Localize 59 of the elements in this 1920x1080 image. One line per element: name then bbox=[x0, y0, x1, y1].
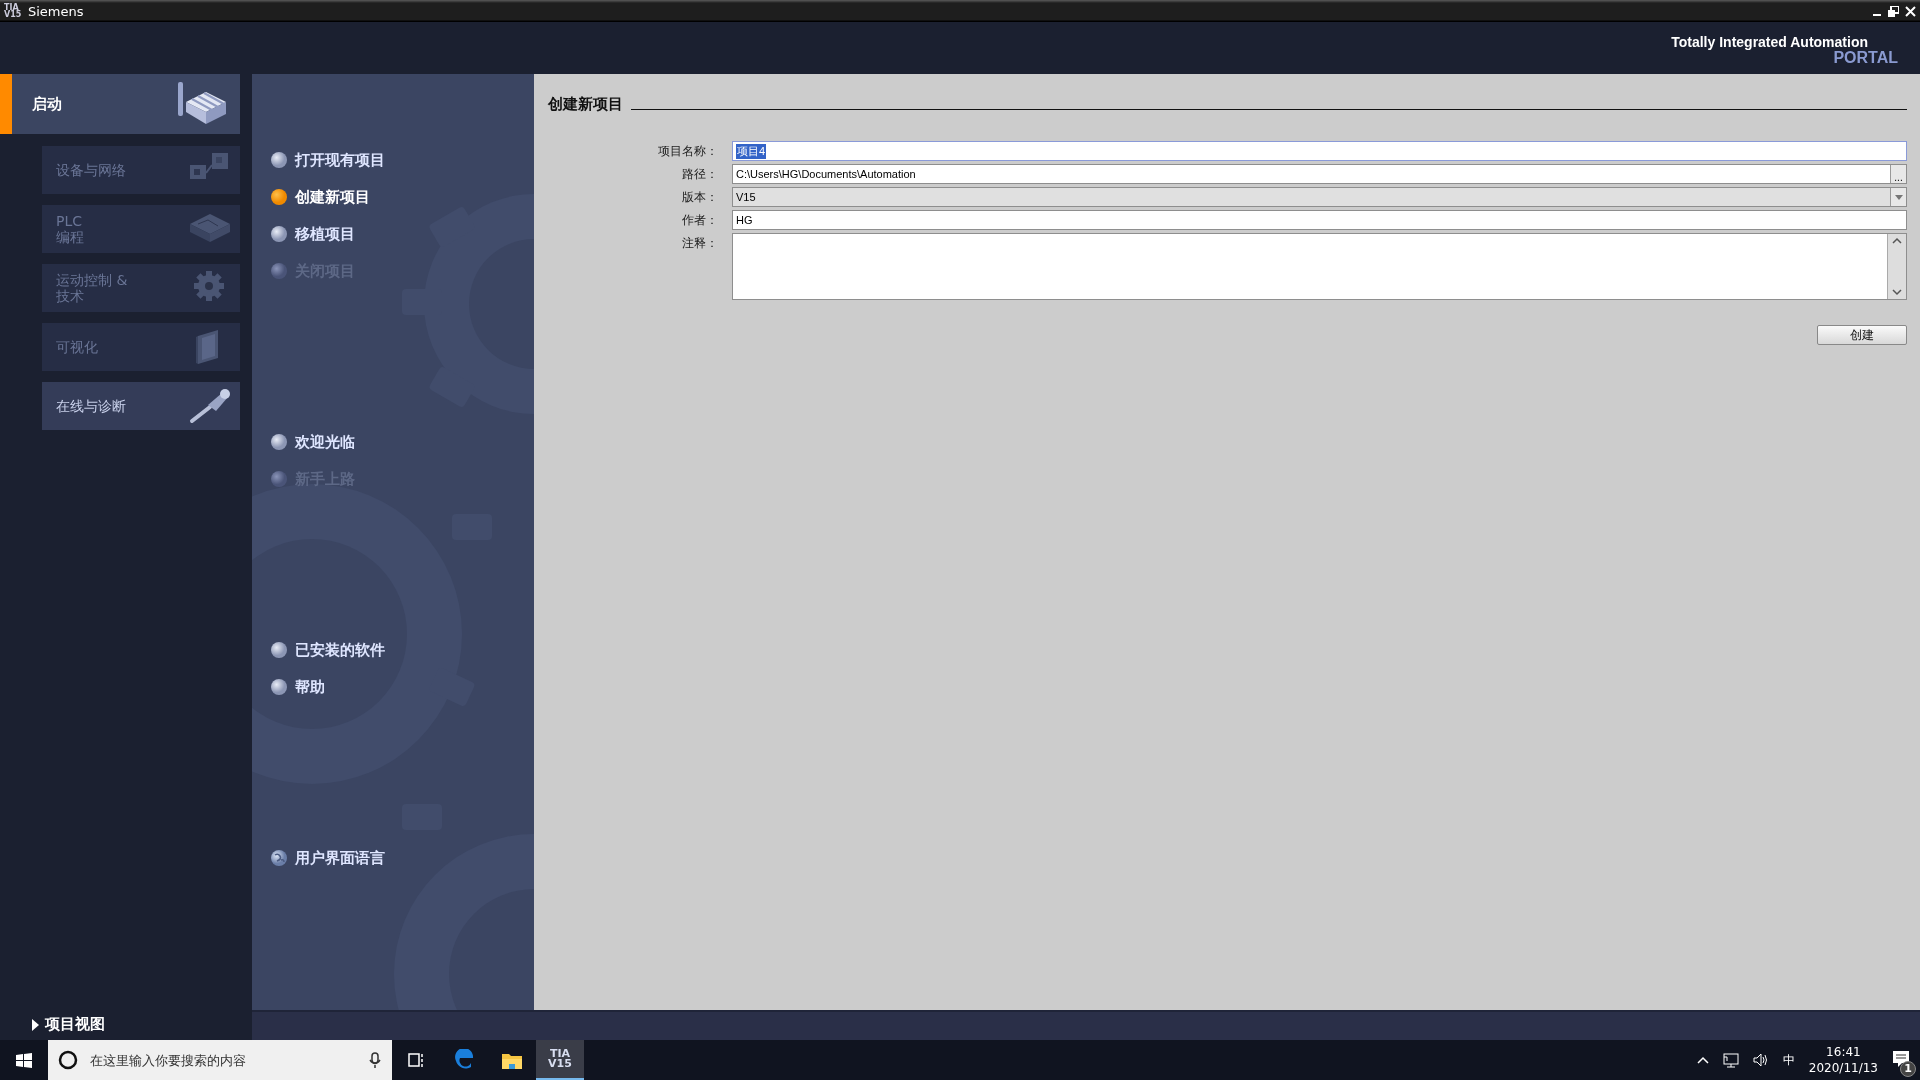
menu-item[interactable]: 已安装的软件 bbox=[271, 641, 534, 659]
browser-e-icon bbox=[453, 1049, 475, 1071]
portal-button[interactable]: 在线与诊断 bbox=[42, 382, 240, 430]
taskbar-app[interactable]: TIA V15 bbox=[536, 1040, 584, 1080]
browse-button[interactable]: ... bbox=[1890, 165, 1906, 183]
screwdriver-icon bbox=[188, 387, 232, 425]
portal-tab[interactable]: 启动 bbox=[0, 74, 240, 134]
close-icon[interactable] bbox=[1905, 5, 1916, 17]
tia-app-icon: TIA V15 bbox=[548, 1049, 572, 1069]
field-label: 版本： bbox=[681, 189, 718, 206]
bullet-icon bbox=[271, 263, 287, 279]
portal-label: PORTAL bbox=[1833, 50, 1898, 66]
menu-item[interactable]: 打开现有项目 bbox=[271, 151, 534, 169]
field-label: 项目名称： bbox=[657, 143, 718, 160]
product-name: Totally Integrated Automation bbox=[1671, 34, 1868, 50]
project-view-link[interactable]: 项目视图 bbox=[32, 1015, 252, 1034]
triangle-icon bbox=[32, 1018, 39, 1031]
bullet-icon bbox=[271, 189, 287, 205]
factory-icon bbox=[176, 82, 228, 126]
section-title: 创建新项目 bbox=[548, 96, 623, 112]
chevron-up-icon[interactable] bbox=[1696, 1055, 1709, 1065]
restore-icon[interactable] bbox=[1888, 5, 1899, 17]
task-view-icon bbox=[408, 1052, 424, 1068]
taskbar-search-field[interactable]: 在这里输入你要搜索的内容 bbox=[88, 1051, 358, 1069]
scroll-down-icon[interactable] bbox=[1891, 287, 1903, 297]
bullet-icon bbox=[271, 226, 287, 242]
field-label: 作者： bbox=[681, 212, 718, 229]
network-icon[interactable] bbox=[1722, 1052, 1739, 1068]
field-label: 路径： bbox=[681, 166, 718, 183]
taskbar-search-field[interactable]: 在这里输入你要搜索的内容 bbox=[48, 1040, 392, 1080]
windows-start-icon[interactable] bbox=[16, 1052, 32, 1068]
menu-item[interactable]: 帮助 bbox=[271, 678, 534, 696]
bullet-icon bbox=[271, 471, 287, 487]
create-button[interactable]: 创建 bbox=[1817, 325, 1907, 345]
menu-item[interactable]: 移植项目 bbox=[271, 225, 534, 243]
menu-item[interactable]: 欢迎光临 bbox=[271, 433, 534, 451]
globe-icon bbox=[271, 850, 287, 866]
bullet-icon bbox=[271, 152, 287, 168]
scroll-up-icon[interactable] bbox=[1891, 236, 1903, 246]
field-label: 注释： bbox=[681, 235, 718, 252]
ime-indicator[interactable]: 中 bbox=[1782, 1051, 1795, 1069]
cortana-icon bbox=[58, 1050, 78, 1070]
speaker-icon[interactable] bbox=[1752, 1053, 1769, 1067]
app-icon: TIA V15 bbox=[4, 4, 20, 18]
bullet-icon bbox=[271, 642, 287, 658]
microphone-icon[interactable] bbox=[368, 1051, 382, 1069]
menu-item[interactable]: 创建新项目 bbox=[271, 188, 534, 206]
input-field[interactable]: HG bbox=[732, 210, 1907, 230]
bullet-icon bbox=[271, 679, 287, 695]
input-field[interactable]: 项目4 bbox=[732, 141, 1907, 161]
window-title: Siemens bbox=[28, 3, 85, 19]
bullet-icon bbox=[271, 434, 287, 450]
clock-time: 16:41 bbox=[1826, 1044, 1861, 1060]
input-field[interactable]: C:\Users\HG\Documents\Automation ... bbox=[732, 164, 1907, 184]
version-dropdown[interactable]: V15 bbox=[732, 187, 1907, 207]
comment-field[interactable] bbox=[732, 233, 1907, 300]
menu-item[interactable]: 用户界面语言 bbox=[271, 849, 534, 867]
dropdown-caret-icon[interactable] bbox=[1893, 193, 1904, 201]
clock-date: 2020/11/13 bbox=[1808, 1060, 1878, 1076]
